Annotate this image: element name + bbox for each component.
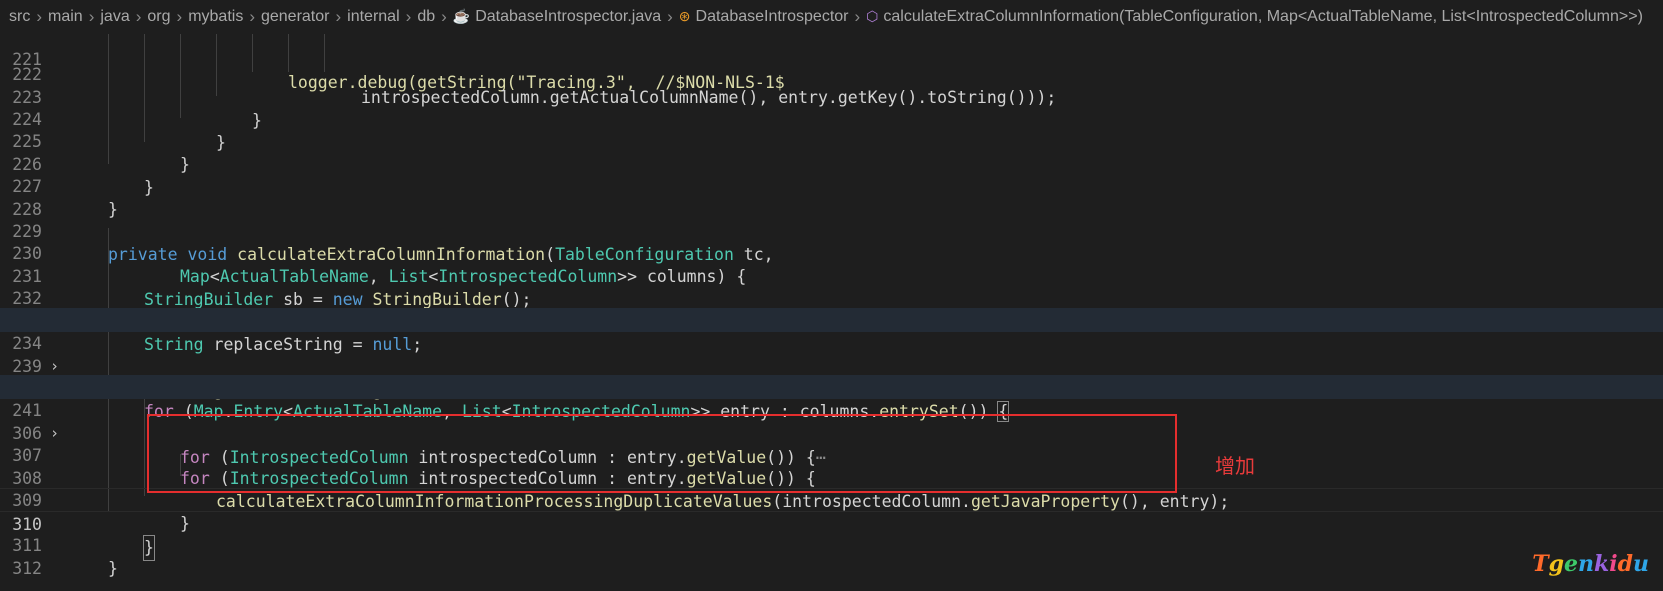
chevron-right-icon: › [88,7,95,26]
chevron-right-icon: › [176,7,183,26]
chevron-right-icon: › [667,7,673,26]
code-line-folded[interactable]: 241 › for (IntrospectedColumn introspect… [0,375,1663,467]
code-line[interactable]: 226 } [0,129,1663,198]
chevron-right-icon: › [249,7,255,26]
code-line[interactable]: 230 Map<ActualTableName, List<Introspect… [0,218,1663,287]
breadcrumb-item-mybatis[interactable]: mybatis [188,8,243,26]
breadcrumb: src › main › java › org › mybatis › generator… [0,0,1663,34]
code-line[interactable]: 228 [0,174,1663,219]
breadcrumb-method-label: calculateExtraColumnInformation(TableCon… [883,8,1643,25]
breadcrumb-item-org[interactable]: org [147,8,170,26]
breadcrumb-item-internal[interactable]: internal [347,8,399,26]
highlight-annotation-box [147,414,1177,493]
class-icon: ⊛ [678,8,691,24]
chevron-right-icon: › [405,7,412,26]
breadcrumb-item-java[interactable]: java [100,8,129,26]
code-line[interactable]: 231 StringBuilder sb = new StringBuilder… [0,241,1663,310]
chevron-right-icon: › [36,7,42,26]
code-line[interactable]: 224 } [0,84,1663,153]
breadcrumb-class-label: DatabaseIntrospector [695,8,849,25]
code-line[interactable]: 232 Pattern pattern = null; [0,263,1663,332]
code-line-folded[interactable]: 234 › if (tc.getColumnRenamingRule() != … [0,308,1663,400]
breadcrumb-item-generator[interactable]: generator [261,8,330,26]
breadcrumb-item-method[interactable]: ⬡ calculateExtraColumnInformation(TableCo… [866,8,1643,26]
code-line[interactable]: 222 introspectedColumn.getActualColumnNa… [0,39,1663,108]
code-text: } [108,559,118,579]
watermark-logo: Tgenkidu [1532,551,1649,577]
breadcrumb-item-class[interactable]: ⊛ DatabaseIntrospector [679,8,849,26]
code-line[interactable]: 227 } [0,151,1663,220]
chevron-right-icon: › [335,7,342,26]
code-line[interactable]: 223 } [0,62,1663,131]
breadcrumb-file-label: DatabaseIntrospector.java [475,8,662,25]
code-line[interactable]: 229 private void calculateExtraColumnInf… [0,196,1663,265]
code-editor[interactable]: 221 logger.debug(getString("Tracing.3", … [0,34,1663,591]
method-icon: ⬡ [866,8,879,24]
annotation-label: 增加 [1215,454,1255,478]
code-line[interactable]: 233 String replaceString = null; [0,286,1663,355]
chevron-right-icon: › [135,7,142,26]
chevron-right-icon: › [441,7,447,26]
breadcrumb-item-file[interactable]: ☕ DatabaseIntrospector.java [453,8,661,26]
code-line[interactable]: 311 } [0,510,1663,579]
code-line[interactable]: 240 for (Map.Entry<ActualTableName, List… [0,353,1663,423]
breadcrumb-item-main[interactable]: main [48,8,83,26]
chevron-right-icon: › [854,7,861,26]
code-line[interactable]: 312 [0,533,1663,578]
line-number: 312 [12,558,42,578]
breadcrumb-item-src[interactable]: src [9,8,30,26]
breadcrumb-item-db[interactable]: db [417,8,435,26]
code-line[interactable]: 239 [0,331,1663,376]
code-line[interactable]: 225 } [0,106,1663,175]
java-file-icon: ☕ [452,8,471,24]
